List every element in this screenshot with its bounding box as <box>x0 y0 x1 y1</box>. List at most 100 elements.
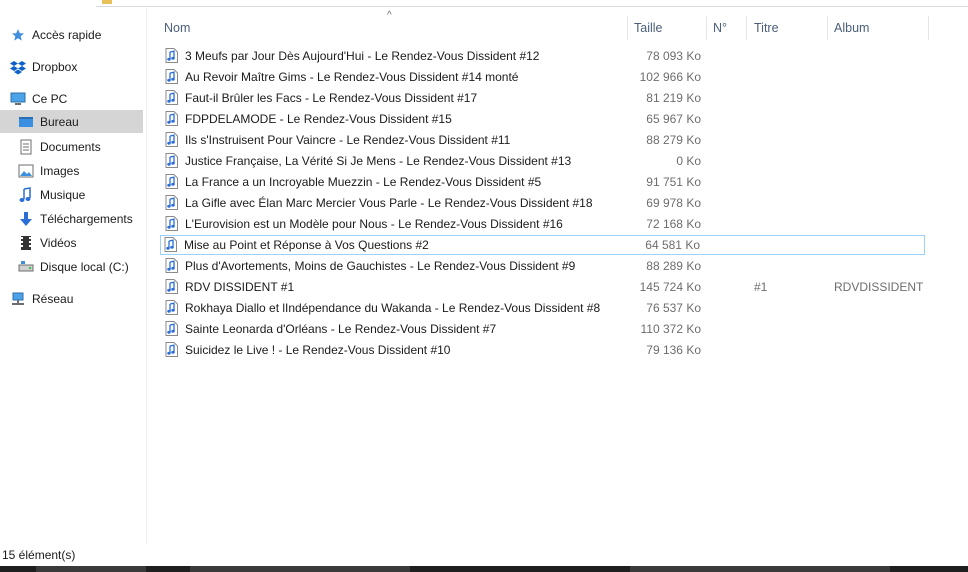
file-row[interactable]: Justice Française, La Vérité Si Je Mens … <box>161 151 925 171</box>
file-size: 145 724 Ko <box>639 280 701 294</box>
documents-icon <box>18 139 34 155</box>
file-row[interactable]: La France a un Incroyable Muezzin - Le R… <box>161 172 925 192</box>
audio-file-icon <box>165 48 178 63</box>
column-separator[interactable] <box>706 16 707 40</box>
column-header-album[interactable]: Album <box>834 18 869 38</box>
file-size: 76 537 Ko <box>646 301 701 315</box>
nav-item-dropbox[interactable]: Dropbox <box>10 55 77 78</box>
nav-item-music[interactable]: Musique <box>18 183 85 206</box>
column-header-size[interactable]: Taille <box>634 18 663 38</box>
music-icon <box>18 186 34 203</box>
file-row[interactable]: La Gifle avec Élan Marc Mercier Vous Par… <box>161 193 925 213</box>
address-bar[interactable] <box>96 0 968 7</box>
audio-file-icon <box>165 279 178 294</box>
vertical-scrollbar[interactable] <box>955 8 968 544</box>
file-row[interactable]: Suicidez le Live ! - Le Rendez-Vous Diss… <box>161 340 925 360</box>
nav-item-label: Dropbox <box>32 59 78 74</box>
images-icon <box>18 163 34 179</box>
file-name: La Gifle avec Élan Marc Mercier Vous Par… <box>185 196 593 210</box>
nav-item-this-pc[interactable]: Ce PC <box>10 87 67 110</box>
file-size: 79 136 Ko <box>646 343 701 357</box>
nav-item-label: Téléchargements <box>40 211 133 226</box>
file-name: Ils s'Instruisent Pour Vaincre - Le Rend… <box>185 133 511 147</box>
column-header-name[interactable]: Nom <box>164 18 190 38</box>
nav-item-videos[interactable]: Vidéos <box>18 231 76 254</box>
audio-file-icon <box>165 195 178 210</box>
file-size: 88 289 Ko <box>646 259 701 273</box>
file-name: Rokhaya Diallo et lIndépendance du Wakan… <box>185 301 601 315</box>
nav-item-local-disk[interactable]: Disque local (C:) <box>18 255 129 278</box>
audio-file-icon <box>165 111 178 126</box>
nav-item-label: Documents <box>40 139 101 154</box>
file-name: Justice Française, La Vérité Si Je Mens … <box>185 154 572 168</box>
file-size: 110 372 Ko <box>640 322 702 336</box>
file-name: FDPDELAMODE - Le Rendez-Vous Dissident #… <box>185 112 452 126</box>
file-row[interactable]: Ils s'Instruisent Pour Vaincre - Le Rend… <box>161 130 925 150</box>
column-separator[interactable] <box>928 16 929 40</box>
nav-item-documents[interactable]: Documents <box>18 135 101 158</box>
audio-file-icon <box>165 174 178 189</box>
item-count: 15 élément(s) <box>2 548 76 562</box>
audio-file-icon <box>165 300 178 315</box>
column-header-number[interactable]: N° <box>713 18 727 38</box>
file-row[interactable]: RDV DISSIDENT #1 145 724 Ko #1 RDVDISSIDENT <box>161 277 925 297</box>
nav-item-downloads[interactable]: Téléchargements <box>18 207 133 230</box>
column-separator[interactable] <box>627 16 628 40</box>
file-size: 64 581 Ko <box>645 238 700 252</box>
file-name: 3 Meufs par Jour Dès Aujourd'Hui - Le Re… <box>185 49 540 63</box>
album-name: RDVDISSIDENT <box>834 280 924 294</box>
file-name: La France a un Incroyable Muezzin - Le R… <box>185 175 542 189</box>
audio-file-icon <box>165 69 178 84</box>
file-row[interactable]: Rokhaya Diallo et lIndépendance du Wakan… <box>161 298 925 318</box>
nav-item-label: Accès rapide <box>32 27 102 42</box>
nav-item-label: Images <box>40 163 80 178</box>
audio-file-icon <box>164 237 177 252</box>
audio-file-icon <box>165 342 178 357</box>
file-size: 91 751 Ko <box>646 175 701 189</box>
file-name: RDV DISSIDENT #1 <box>185 280 295 294</box>
videos-icon <box>18 235 34 251</box>
column-separator[interactable] <box>746 16 747 40</box>
file-row[interactable]: Sainte Leonarda d'Orléans - Le Rendez-Vo… <box>161 319 925 339</box>
folder-icon <box>102 0 112 4</box>
file-name: L'Eurovision est un Modèle pour Nous - L… <box>185 217 563 231</box>
file-size: 88 279 Ko <box>646 133 701 147</box>
computer-icon <box>10 91 26 107</box>
file-row[interactable]: 3 Meufs par Jour Dès Aujourd'Hui - Le Re… <box>161 46 925 66</box>
desktop-folder-icon <box>18 114 34 130</box>
audio-file-icon <box>165 216 178 231</box>
audio-file-icon <box>165 258 178 273</box>
taskbar-strip <box>0 566 968 572</box>
track-number: #1 <box>754 280 768 294</box>
nav-item-desktop[interactable]: Bureau <box>0 110 143 133</box>
file-size: 81 219 Ko <box>646 91 701 105</box>
nav-item-label: Vidéos <box>40 235 77 250</box>
nav-item-images[interactable]: Images <box>18 159 79 182</box>
dropbox-icon <box>10 59 26 75</box>
column-header-title[interactable]: Titre <box>754 18 779 38</box>
navigation-pane: Accès rapide Dropbox Ce PC Bureau Docume… <box>0 8 146 544</box>
file-row[interactable]: Faut-il Brûler les Facs - Le Rendez-Vous… <box>161 88 925 108</box>
file-row[interactable]: L'Eurovision est un Modèle pour Nous - L… <box>161 214 925 234</box>
file-size: 65 967 Ko <box>646 112 701 126</box>
file-row[interactable]: Mise au Point et Réponse à Vos Questions… <box>160 235 925 255</box>
file-name: Mise au Point et Réponse à Vos Questions… <box>184 238 429 252</box>
file-size: 69 978 Ko <box>646 196 701 210</box>
drive-icon <box>18 259 34 275</box>
file-name: Au Revoir Maître Gims - Le Rendez-Vous D… <box>185 70 519 84</box>
file-row[interactable]: Plus d'Avortements, Moins de Gauchistes … <box>161 256 925 276</box>
file-size: 0 Ko <box>676 154 701 168</box>
network-icon <box>10 291 26 307</box>
audio-file-icon <box>165 153 178 168</box>
file-row[interactable]: FDPDELAMODE - Le Rendez-Vous Dissident #… <box>161 109 925 129</box>
file-list-view: ^ Nom Taille N° Titre Album 3 Meufs par … <box>147 8 955 544</box>
nav-item-network[interactable]: Réseau <box>10 287 73 310</box>
nav-item-quick-access[interactable]: Accès rapide <box>10 23 101 46</box>
nav-item-label: Ce PC <box>32 91 68 106</box>
download-icon <box>18 211 34 227</box>
column-separator[interactable] <box>827 16 828 40</box>
file-row[interactable]: Au Revoir Maître Gims - Le Rendez-Vous D… <box>161 67 925 87</box>
nav-item-label: Disque local (C:) <box>40 259 129 274</box>
file-name: Plus d'Avortements, Moins de Gauchistes … <box>185 259 576 273</box>
file-name: Sainte Leonarda d'Orléans - Le Rendez-Vo… <box>185 322 497 336</box>
